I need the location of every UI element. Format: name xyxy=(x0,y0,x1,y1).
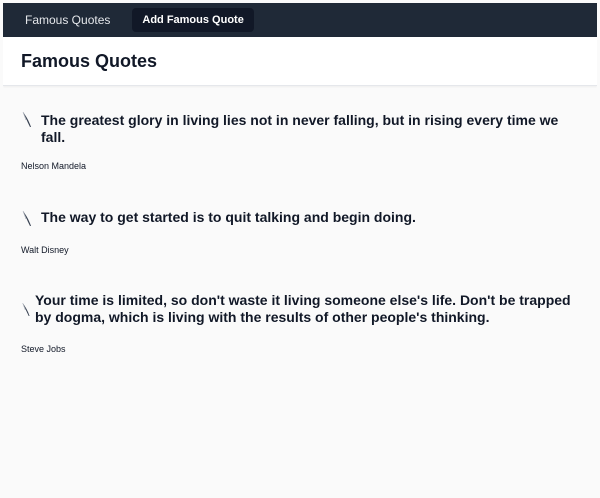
page-title: Famous Quotes xyxy=(21,50,158,71)
feather-quill-icon xyxy=(22,303,30,316)
quote-author: Walt Disney xyxy=(21,245,69,255)
quote-author: Steve Jobs xyxy=(21,344,66,354)
quote-text: The way to get started is to quit talkin… xyxy=(41,209,416,225)
quote-author: Nelson Mandela xyxy=(21,161,87,171)
quote-text: Your time is limited, so don't waste it … xyxy=(35,292,571,325)
quote-item: The way to get started is to quit talkin… xyxy=(21,208,579,255)
feather-quill-icon xyxy=(22,111,31,127)
quote-line: The way to get started is to quit talkin… xyxy=(21,208,579,228)
app-frame: Famous Quotes Add Famous Quote Famous Qu… xyxy=(3,3,597,495)
nav-link-add-famous-quote[interactable]: Add Famous Quote xyxy=(132,8,254,32)
feather-quill-icon xyxy=(22,210,31,226)
quote-line: Your time is limited, so don't waste it … xyxy=(21,292,579,326)
top-navbar: Famous Quotes Add Famous Quote xyxy=(3,3,597,37)
quotes-list: The greatest glory in living lies not in… xyxy=(3,109,597,354)
quote-line: The greatest glory in living lies not in… xyxy=(21,109,579,146)
quote-item: The greatest glory in living lies not in… xyxy=(21,109,579,171)
nav-link-famous-quotes[interactable]: Famous Quotes xyxy=(15,7,120,33)
quote-item: Your time is limited, so don't waste it … xyxy=(21,292,579,354)
quote-text: The greatest glory in living lies not in… xyxy=(41,112,559,145)
page-header: Famous Quotes xyxy=(3,37,597,86)
